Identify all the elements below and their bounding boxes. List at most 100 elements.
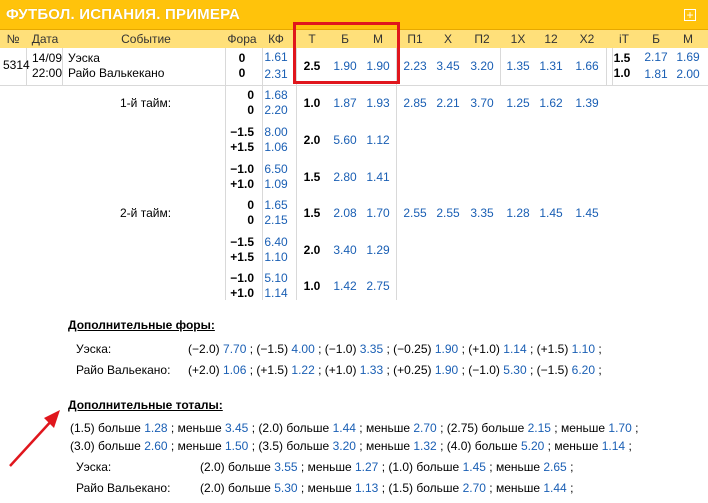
header-8: П1 xyxy=(407,32,423,46)
it-over-1[interactable]: 2.17 xyxy=(644,50,667,64)
market-odd[interactable]: 1.44 xyxy=(333,421,356,435)
market-odd[interactable]: 5.30 xyxy=(503,363,526,377)
team-label: Райо Вальекано: xyxy=(76,481,171,495)
sub-odd-p1[interactable]: 2.55 xyxy=(403,206,426,220)
sub-fora-2: +1.5 xyxy=(230,140,254,154)
market-odd[interactable]: 1.70 xyxy=(608,421,631,435)
separator: ; xyxy=(458,363,469,377)
sub-kf-1[interactable]: 8.00 xyxy=(264,125,287,139)
it-over-2[interactable]: 1.81 xyxy=(644,67,667,81)
market-odd[interactable]: 3.55 xyxy=(274,460,297,474)
market-odd[interactable]: 1.90 xyxy=(435,363,458,377)
sub-over[interactable]: 2.08 xyxy=(333,206,356,220)
market-odd[interactable]: 5.30 xyxy=(274,481,297,495)
sub-kf-1[interactable]: 1.65 xyxy=(264,198,287,212)
market-odd[interactable]: 1.44 xyxy=(543,481,566,495)
sub-under[interactable]: 1.93 xyxy=(366,96,389,110)
sub-kf-2[interactable]: 1.09 xyxy=(264,177,287,191)
market-odd[interactable]: 1.22 xyxy=(291,363,314,377)
odd-x[interactable]: 3.45 xyxy=(436,59,459,73)
sub-kf-2[interactable]: 1.14 xyxy=(264,286,287,300)
market-odd[interactable]: 1.90 xyxy=(435,342,458,356)
sub-odd-x1[interactable]: 1.25 xyxy=(506,96,529,110)
odd-x1[interactable]: 1.35 xyxy=(506,59,529,73)
separator: ; xyxy=(246,363,257,377)
extra-fora-title: Дополнительные форы: xyxy=(68,318,215,332)
market-odd[interactable]: 1.45 xyxy=(463,460,486,474)
sub-fora-2: +1.0 xyxy=(230,286,254,300)
market-odd[interactable]: 1.27 xyxy=(355,460,378,474)
it-under-1[interactable]: 1.69 xyxy=(676,50,699,64)
market-label: (+1.5) xyxy=(536,342,572,356)
kf-1[interactable]: 1.61 xyxy=(264,50,287,64)
grid-vline xyxy=(500,48,501,85)
header-10: П2 xyxy=(474,32,490,46)
market-label: (4.0) больше xyxy=(446,439,521,453)
market-odd[interactable]: 1.10 xyxy=(572,342,595,356)
sub-odd-x12[interactable]: 1.45 xyxy=(539,206,562,220)
half2-label: 2-й тайм: xyxy=(120,206,172,220)
sub-odd-p2[interactable]: 3.70 xyxy=(470,96,493,110)
market-odd[interactable]: 2.70 xyxy=(463,481,486,495)
market-odd[interactable]: 3.35 xyxy=(360,342,383,356)
market-label: (2.0) больше xyxy=(200,460,275,474)
sub-kf-2[interactable]: 1.06 xyxy=(264,140,287,154)
market-odd[interactable]: 6.20 xyxy=(572,363,595,377)
expand-icon[interactable]: + xyxy=(684,9,696,21)
market-label: меньше xyxy=(307,481,355,495)
sub-under[interactable]: 2.75 xyxy=(366,279,389,293)
sub-kf-2[interactable]: 2.20 xyxy=(264,103,287,117)
market-odd[interactable]: 1.28 xyxy=(144,421,167,435)
market-label: (+1.0) xyxy=(324,363,360,377)
sub-under[interactable]: 1.41 xyxy=(366,170,389,184)
odd-x12[interactable]: 1.31 xyxy=(539,59,562,73)
market-label: (−1.5) xyxy=(256,342,292,356)
market-odd[interactable]: 5.20 xyxy=(521,439,544,453)
sub-kf-1[interactable]: 6.40 xyxy=(264,235,287,249)
sub-odd-x1[interactable]: 1.28 xyxy=(506,206,529,220)
market-label: (+2.0) xyxy=(188,363,224,377)
market-odd[interactable]: 1.14 xyxy=(503,342,526,356)
sub-kf-1[interactable]: 6.50 xyxy=(264,162,287,176)
market-odd[interactable]: 2.60 xyxy=(144,439,167,453)
sub-over[interactable]: 3.40 xyxy=(333,243,356,257)
sub-odd-p2[interactable]: 3.35 xyxy=(470,206,493,220)
odd-x2[interactable]: 1.66 xyxy=(575,59,598,73)
market-odd[interactable]: 3.20 xyxy=(333,439,356,453)
odd-p1[interactable]: 2.23 xyxy=(403,59,426,73)
market-odd[interactable]: 1.32 xyxy=(413,439,436,453)
sub-fora-1: 0 xyxy=(247,198,254,212)
sub-under[interactable]: 1.29 xyxy=(366,243,389,257)
it-under-2[interactable]: 2.00 xyxy=(676,67,699,81)
market-odd[interactable]: 1.13 xyxy=(355,481,378,495)
kf-2[interactable]: 2.31 xyxy=(264,67,287,81)
sub-over[interactable]: 1.87 xyxy=(333,96,356,110)
market-odd[interactable]: 2.65 xyxy=(543,460,566,474)
market-odd[interactable]: 1.33 xyxy=(360,363,383,377)
sub-odd-x2[interactable]: 1.45 xyxy=(575,206,598,220)
sub-odd-x2[interactable]: 1.39 xyxy=(575,96,598,110)
sub-kf-2[interactable]: 2.15 xyxy=(264,213,287,227)
sub-under[interactable]: 1.12 xyxy=(366,133,389,147)
market-odd[interactable]: 7.70 xyxy=(223,342,246,356)
market-odd[interactable]: 2.70 xyxy=(413,421,436,435)
market-odd[interactable]: 1.06 xyxy=(223,363,246,377)
sub-kf-1[interactable]: 5.10 xyxy=(264,271,287,285)
market-odd[interactable]: 3.45 xyxy=(225,421,248,435)
market-odd[interactable]: 1.14 xyxy=(602,439,625,453)
sub-odd-p1[interactable]: 2.85 xyxy=(403,96,426,110)
market-odd[interactable]: 4.00 xyxy=(291,342,314,356)
sub-odd-x12[interactable]: 1.62 xyxy=(539,96,562,110)
market-odd[interactable]: 1.50 xyxy=(225,439,248,453)
sub-kf-2[interactable]: 1.10 xyxy=(264,250,287,264)
sub-kf-1[interactable]: 1.68 xyxy=(264,88,287,102)
sub-over[interactable]: 5.60 xyxy=(333,133,356,147)
market-odd[interactable]: 2.15 xyxy=(528,421,551,435)
sub-odd-x[interactable]: 2.55 xyxy=(436,206,459,220)
sub-over[interactable]: 2.80 xyxy=(333,170,356,184)
sub-under[interactable]: 1.70 xyxy=(366,206,389,220)
odd-p2[interactable]: 3.20 xyxy=(470,59,493,73)
sub-over[interactable]: 1.42 xyxy=(333,279,356,293)
header-9: Х xyxy=(443,32,453,46)
sub-odd-x[interactable]: 2.21 xyxy=(436,96,459,110)
